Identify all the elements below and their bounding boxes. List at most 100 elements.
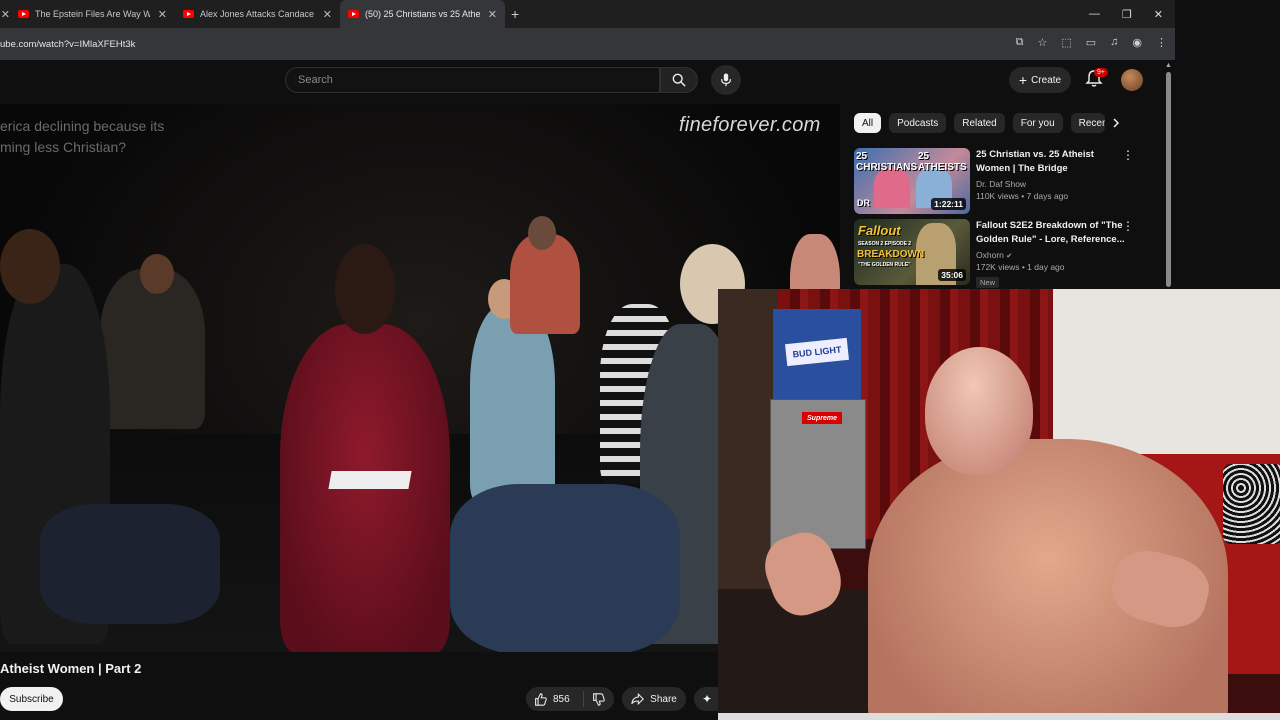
filter-chips: All Podcasts Related For you Recen xyxy=(854,113,1105,133)
video-duration: 1:22:11 xyxy=(931,198,966,210)
create-button[interactable]: + Create xyxy=(1009,67,1071,93)
menu-kebab-icon[interactable]: ⋮ xyxy=(1156,36,1167,49)
webcam-overlay: BUD LIGHT Supreme xyxy=(718,289,1280,720)
chips-next-button[interactable] xyxy=(1108,115,1124,131)
thumb-figure xyxy=(874,168,910,208)
verified-icon: ✔ xyxy=(1006,253,1013,260)
chip-all[interactable]: All xyxy=(854,113,882,133)
video-person-legs xyxy=(450,484,680,652)
thumbnail-brand: DR xyxy=(857,198,870,208)
bookmark-star-icon[interactable]: ☆ xyxy=(1037,36,1047,49)
video-person-head xyxy=(335,244,395,334)
video-person-head xyxy=(140,254,174,294)
recommendation-item[interactable]: Fallout SEASON 2 EPISODE 2 BREAKDOWN "TH… xyxy=(854,219,1154,288)
new-tab-icon[interactable]: + xyxy=(511,6,519,22)
chip-related[interactable]: Related xyxy=(954,113,1005,133)
video-paper xyxy=(328,471,412,489)
webcam-bottom-edge xyxy=(718,713,1280,720)
youtube-header: Search + Create 9+ xyxy=(0,60,1175,104)
address-bar-icons: ⧉ ☆ ⬚ ▭ ♫ ◉ ⋮ xyxy=(1016,36,1167,49)
thumbnail-text: "THE GOLDEN RULE" xyxy=(858,262,911,268)
extensions-icon[interactable]: ⬚ xyxy=(1061,36,1071,49)
search-button[interactable] xyxy=(660,67,698,93)
plus-icon: + xyxy=(1018,72,1028,88)
more-actions-icon[interactable]: ⋮ xyxy=(1122,219,1134,233)
chip-recently-uploaded[interactable]: Recen xyxy=(1070,113,1105,133)
video-person-legs xyxy=(40,504,220,624)
subscribe-button[interactable]: Subscribe xyxy=(0,687,63,711)
recommendation-channel[interactable]: Oxhorn ✔ xyxy=(976,250,1126,260)
youtube-favicon-icon xyxy=(18,10,29,18)
thumbnail-text: 25 ATHEISTS xyxy=(918,151,967,173)
like-count: 856 xyxy=(553,693,570,705)
address-bar: ube.com/watch?v=IMlaXFEHt3k ⧉ ☆ ⬚ ▭ ♫ ◉ … xyxy=(0,28,1175,60)
share-icon xyxy=(631,693,645,705)
page-scrollbar[interactable]: ▲ xyxy=(1163,60,1175,290)
restore-icon[interactable]: ❐ xyxy=(1122,8,1132,21)
chevron-right-icon xyxy=(1113,118,1120,128)
thumbs-down-icon xyxy=(593,692,605,706)
recommendation-title[interactable]: 25 Christian vs. 25 Atheist Women | The … xyxy=(976,148,1126,176)
video-watermark: fineforever.com xyxy=(679,114,821,136)
recommendation-thumbnail[interactable]: 25 CHRISTIANS 25 ATHEISTS DR 1:22:11 xyxy=(854,148,970,214)
webcam-pillow xyxy=(1223,464,1280,544)
more-actions-icon[interactable]: ⋮ xyxy=(1122,148,1134,162)
video-duration: 35:06 xyxy=(938,269,966,281)
close-icon[interactable]: ✕ xyxy=(158,8,167,21)
cast-icon[interactable]: ⧉ xyxy=(1016,36,1024,49)
recommendation-meta: 110K views • 7 days ago xyxy=(976,191,1069,201)
ask-ai-button[interactable]: ✦ xyxy=(694,687,720,711)
profile-icon[interactable]: ◉ xyxy=(1132,36,1142,49)
recommendation-channel[interactable]: Dr. Daf Show xyxy=(976,179,1126,189)
notification-badge: 9+ xyxy=(1094,68,1108,77)
tab-title: Alex Jones Attacks Candace Ow xyxy=(200,9,315,19)
search-input[interactable]: Search xyxy=(285,67,660,93)
create-label: Create xyxy=(1031,74,1062,86)
video-person xyxy=(470,304,555,504)
screen: ✕ The Epstein Files Are Way Wors ✕ Alex … xyxy=(0,0,1280,720)
minimize-icon[interactable]: — xyxy=(1089,8,1100,20)
recommendation-title[interactable]: Fallout S2E2 Breakdown of "The Golden Ru… xyxy=(976,219,1126,247)
share-button[interactable]: Share xyxy=(622,687,686,711)
thumbnail-text: SEASON 2 EPISODE 2 xyxy=(858,241,912,247)
like-dislike-group: 856 xyxy=(526,687,614,711)
account-avatar[interactable] xyxy=(1121,69,1143,91)
url-field[interactable]: ube.com/watch?v=IMlaXFEHt3k xyxy=(0,39,135,50)
dislike-button[interactable] xyxy=(584,692,605,706)
thumbnail-text: 25 CHRISTIANS xyxy=(856,151,918,173)
webcam-person-head xyxy=(925,347,1033,475)
media-control-icon[interactable]: ♫ xyxy=(1110,36,1118,49)
video-player[interactable]: erica declining because its ming less Ch… xyxy=(0,104,840,652)
tab-christians-vs-atheists[interactable]: (50) 25 Christians vs 25 Atheist ✕ xyxy=(340,0,505,28)
recommendation-meta: 172K views • 1 day ago xyxy=(976,262,1065,272)
recommendation-thumbnail[interactable]: Fallout SEASON 2 EPISODE 2 BREAKDOWN "TH… xyxy=(854,219,970,285)
share-label: Share xyxy=(650,693,677,705)
tab-alex-jones[interactable]: Alex Jones Attacks Candace Ow ✕ xyxy=(175,0,340,28)
youtube-favicon-icon xyxy=(183,10,194,18)
tab-epstein[interactable]: The Epstein Files Are Way Wors ✕ xyxy=(10,0,175,28)
tab-partial[interactable]: ✕ xyxy=(0,0,10,28)
thumbnail-text: Fallout xyxy=(858,223,901,238)
window-controls: — ❐ ✕ xyxy=(1089,0,1175,28)
thumbs-up-icon xyxy=(535,692,547,706)
sparkle-icon: ✦ xyxy=(701,692,713,706)
search-icon xyxy=(672,73,686,87)
close-icon[interactable]: ✕ xyxy=(488,8,497,21)
voice-search-button[interactable] xyxy=(711,65,741,95)
close-icon[interactable]: ✕ xyxy=(1,8,10,21)
caption-line: ming less Christian? xyxy=(0,139,127,155)
close-window-icon[interactable]: ✕ xyxy=(1154,8,1163,21)
browser-tab-bar: ✕ The Epstein Files Are Way Wors ✕ Alex … xyxy=(0,0,1175,28)
chip-for-you[interactable]: For you xyxy=(1012,113,1063,133)
scroll-up-icon[interactable]: ▲ xyxy=(1165,62,1172,69)
scrollbar-thumb[interactable] xyxy=(1166,72,1171,287)
close-icon[interactable]: ✕ xyxy=(323,8,332,21)
chip-podcasts[interactable]: Podcasts xyxy=(889,113,947,133)
video-title: Atheist Women | Part 2 xyxy=(0,661,142,676)
recommendation-item[interactable]: 25 CHRISTIANS 25 ATHEISTS DR 1:22:11 25 … xyxy=(854,148,1154,214)
like-button[interactable]: 856 xyxy=(526,691,584,707)
new-badge: New xyxy=(976,277,1000,288)
tab-title: (50) 25 Christians vs 25 Atheist xyxy=(365,9,480,19)
channel-name[interactable]: Oxhorn xyxy=(976,250,1004,260)
split-view-icon[interactable]: ▭ xyxy=(1086,36,1096,49)
